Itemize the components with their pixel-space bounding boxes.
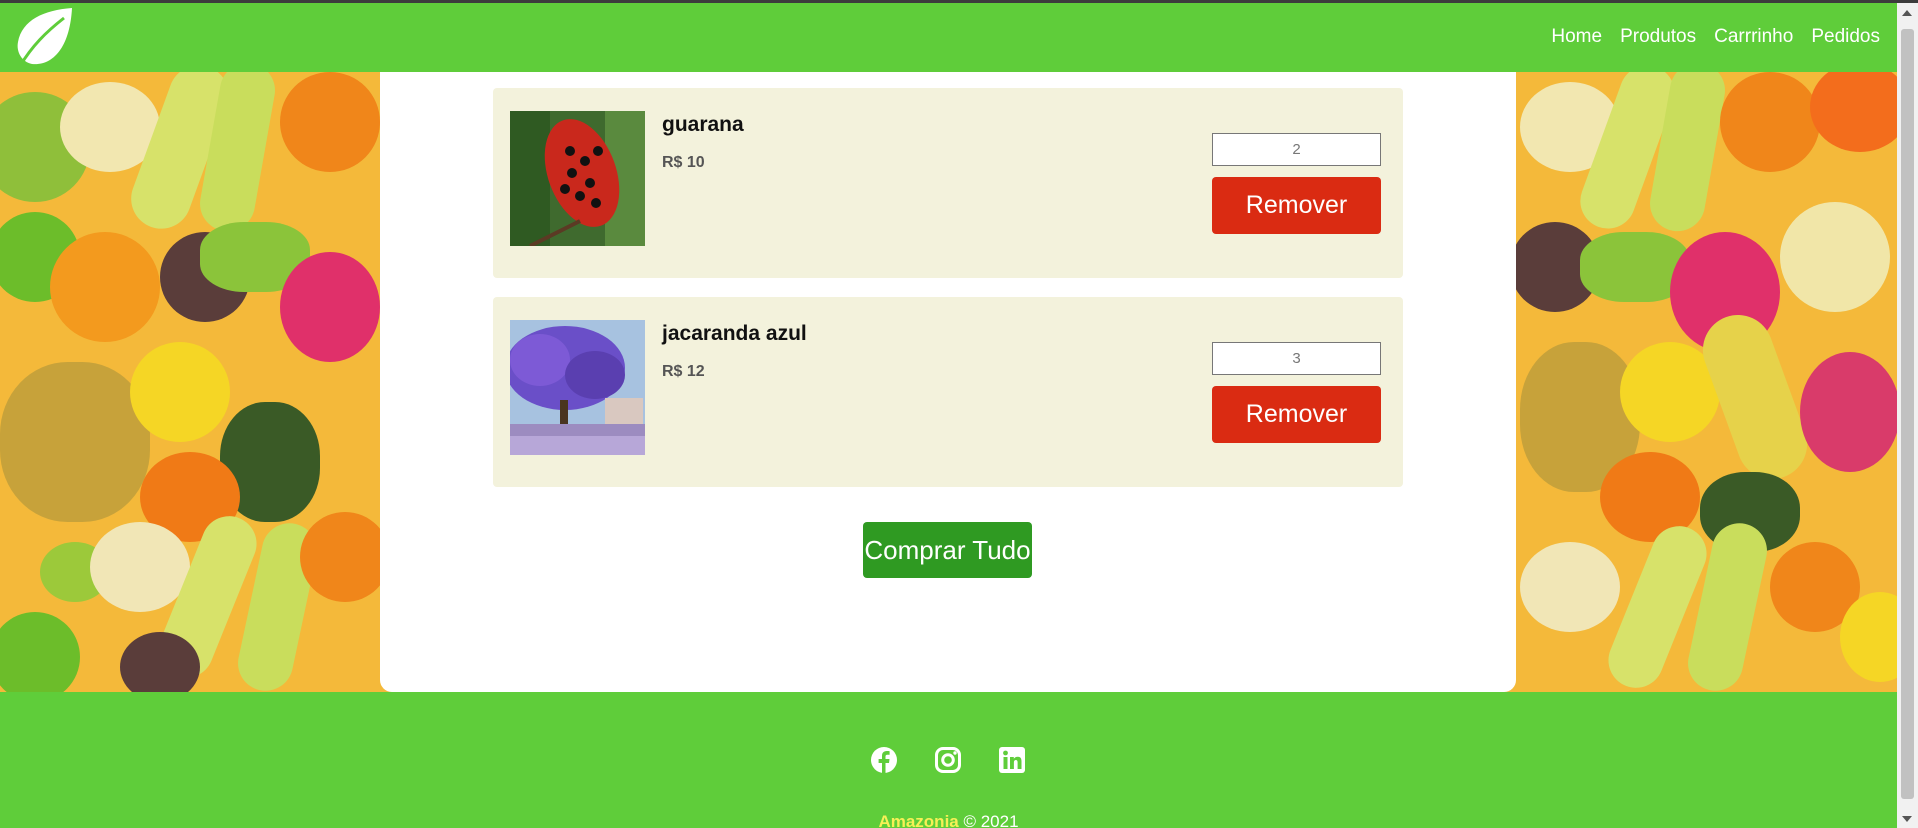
product-name: guarana bbox=[662, 113, 744, 136]
linkedin-icon[interactable] bbox=[998, 746, 1026, 774]
remove-button[interactable]: Remover bbox=[1212, 386, 1381, 443]
nav-home[interactable]: Home bbox=[1551, 26, 1602, 48]
social-links bbox=[870, 746, 1026, 774]
leaf-icon[interactable] bbox=[14, 6, 78, 68]
page-scrollbar[interactable] bbox=[1897, 3, 1918, 828]
cart-item: jacaranda azul R$ 12 Remover bbox=[493, 297, 1403, 487]
instagram-icon[interactable] bbox=[934, 746, 962, 774]
header: Home Produtos Carrrinho Pedidos bbox=[0, 3, 1897, 72]
product-price: R$ 10 bbox=[662, 154, 705, 171]
quantity-input[interactable] bbox=[1212, 342, 1381, 375]
cart-panel: guarana R$ 10 Remover jacaranda azul R$ … bbox=[380, 72, 1516, 692]
scroll-down-icon[interactable] bbox=[1902, 816, 1912, 822]
nav-carrinho[interactable]: Carrrinho bbox=[1714, 26, 1793, 48]
product-price: R$ 12 bbox=[662, 363, 705, 380]
cart-item: guarana R$ 10 Remover bbox=[493, 88, 1403, 278]
facebook-icon[interactable] bbox=[870, 746, 898, 774]
remove-button[interactable]: Remover bbox=[1212, 177, 1381, 234]
nav-produtos[interactable]: Produtos bbox=[1620, 26, 1696, 48]
product-image-jacaranda bbox=[510, 320, 645, 455]
copyright: Amazonia © 2021 bbox=[0, 812, 1897, 828]
buy-all-button[interactable]: Comprar Tudo bbox=[863, 522, 1032, 578]
quantity-input[interactable] bbox=[1212, 133, 1381, 166]
nav-pedidos[interactable]: Pedidos bbox=[1811, 26, 1880, 48]
scrollbar-thumb[interactable] bbox=[1901, 29, 1914, 799]
brand-name: Amazonia bbox=[878, 812, 959, 828]
product-name: jacaranda azul bbox=[662, 322, 807, 345]
product-image-guarana bbox=[510, 111, 645, 246]
copyright-text: © 2021 bbox=[958, 812, 1019, 828]
footer: Amazonia © 2021 bbox=[0, 692, 1897, 828]
main-nav: Home Produtos Carrrinho Pedidos bbox=[1551, 26, 1880, 48]
scroll-up-icon[interactable] bbox=[1902, 10, 1912, 16]
